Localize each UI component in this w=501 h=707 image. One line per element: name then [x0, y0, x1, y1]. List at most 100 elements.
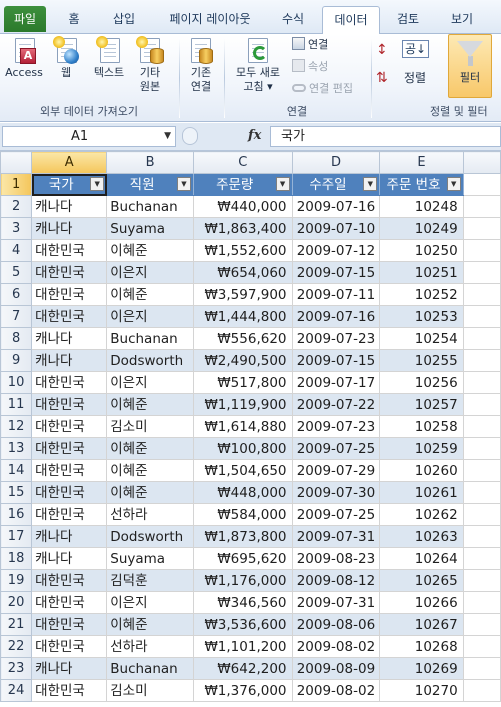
cell-amount[interactable]: ₩1,614,880	[192, 415, 293, 438]
empty-cell[interactable]	[462, 261, 501, 284]
cell-country[interactable]: 캐나다	[31, 349, 108, 372]
cell-country[interactable]: 대한민국	[31, 261, 108, 284]
cell-amount[interactable]: ₩1,176,000	[192, 569, 293, 592]
cell-amount[interactable]: ₩556,620	[192, 327, 293, 350]
cell-employee[interactable]: 이은지	[106, 591, 194, 614]
cell-employee[interactable]: Buchanan	[106, 195, 194, 218]
empty-cell[interactable]	[462, 173, 501, 196]
column-header-b[interactable]: B	[106, 151, 194, 174]
cell-amount[interactable]: ₩517,800	[192, 371, 293, 394]
cell-order-id[interactable]: 10261	[379, 481, 464, 504]
empty-cell[interactable]	[462, 393, 501, 416]
cell-order-id[interactable]: 10263	[379, 525, 464, 548]
header-cell-employee[interactable]: 직원 ▼	[106, 173, 194, 196]
header-cell-order-id[interactable]: 주문 번호 ▼	[379, 173, 464, 196]
cell-country[interactable]: 대한민국	[31, 371, 108, 394]
row-header[interactable]: 2	[0, 195, 33, 218]
tab-review[interactable]: 검토	[388, 6, 428, 34]
cell-order-id[interactable]: 10250	[379, 239, 464, 262]
cell-country[interactable]: 캐나다	[31, 657, 108, 680]
row-header[interactable]: 18	[0, 547, 33, 570]
row-header[interactable]: 1	[0, 173, 33, 196]
cell-employee[interactable]: Dodsworth	[106, 349, 194, 372]
cell-order-date[interactable]: 2009-07-15	[291, 349, 381, 372]
cell-employee[interactable]: 이은지	[106, 261, 194, 284]
empty-cell[interactable]	[462, 239, 501, 262]
cell-employee[interactable]: 이혜준	[106, 613, 194, 636]
cell-employee[interactable]: Suyama	[106, 547, 194, 570]
sort-dialog-icon-button[interactable]: 공↓	[402, 40, 430, 58]
cell-employee[interactable]: 이혜준	[106, 437, 194, 460]
column-header-c[interactable]: C	[192, 151, 293, 174]
cell-order-date[interactable]: 2009-07-15	[291, 261, 381, 284]
row-header[interactable]: 15	[0, 481, 33, 504]
empty-cell[interactable]	[462, 437, 501, 460]
tab-insert[interactable]: 삽입	[104, 6, 144, 34]
cell-order-date[interactable]: 2009-07-22	[291, 393, 381, 416]
cell-order-date[interactable]: 2009-08-23	[291, 547, 381, 570]
cell-order-id[interactable]: 10260	[379, 459, 464, 482]
edit-links-button[interactable]: 연결 편집	[292, 81, 353, 97]
cell-employee[interactable]: Suyama	[106, 217, 194, 240]
cell-country[interactable]: 대한민국	[31, 635, 108, 658]
cell-order-date[interactable]: 2009-07-16	[291, 195, 381, 218]
filter-dropdown-icon[interactable]: ▼	[446, 177, 461, 191]
cell-order-id[interactable]: 10270	[379, 679, 464, 702]
cell-amount[interactable]: ₩1,552,600	[192, 239, 293, 262]
filter-dropdown-icon[interactable]: ▼	[90, 177, 105, 191]
row-header[interactable]: 21	[0, 613, 33, 636]
cell-order-id[interactable]: 10255	[379, 349, 464, 372]
empty-cell[interactable]	[462, 195, 501, 218]
cell-order-id[interactable]: 10248	[379, 195, 464, 218]
cell-order-date[interactable]: 2009-07-17	[291, 371, 381, 394]
column-header-f[interactable]	[462, 151, 501, 174]
cell-order-date[interactable]: 2009-08-02	[291, 679, 381, 702]
cell-amount[interactable]: ₩1,376,000	[192, 679, 293, 702]
column-header-d[interactable]: D	[291, 151, 381, 174]
cell-amount[interactable]: ₩1,873,800	[192, 525, 293, 548]
cell-amount[interactable]: ₩346,560	[192, 591, 293, 614]
tab-view[interactable]: 보기	[442, 6, 482, 34]
header-cell-country[interactable]: 국가 ▼	[31, 173, 108, 196]
cell-employee[interactable]: 이혜준	[106, 481, 194, 504]
column-header-e[interactable]: E	[379, 151, 464, 174]
header-cell-order-date[interactable]: 수주일 ▼	[291, 173, 381, 196]
splitter-handle[interactable]	[182, 127, 198, 145]
cell-order-date[interactable]: 2009-07-10	[291, 217, 381, 240]
cell-order-id[interactable]: 10251	[379, 261, 464, 284]
row-header[interactable]: 3	[0, 217, 33, 240]
empty-cell[interactable]	[462, 547, 501, 570]
cell-amount[interactable]: ₩3,597,900	[192, 283, 293, 306]
cell-country[interactable]: 캐나다	[31, 195, 108, 218]
cell-amount[interactable]: ₩695,620	[192, 547, 293, 570]
web-button[interactable]: 웹	[50, 36, 82, 80]
row-header[interactable]: 9	[0, 349, 33, 372]
cell-amount[interactable]: ₩2,490,500	[192, 349, 293, 372]
filter-dropdown-icon[interactable]: ▼	[275, 177, 290, 191]
cell-country[interactable]: 대한민국	[31, 459, 108, 482]
empty-cell[interactable]	[462, 415, 501, 438]
cell-country[interactable]: 대한민국	[31, 415, 108, 438]
sort-asc-button[interactable]: ↕	[376, 42, 388, 58]
empty-cell[interactable]	[462, 283, 501, 306]
tab-data[interactable]: 데이터	[322, 6, 380, 35]
cell-amount[interactable]: ₩3,536,600	[192, 613, 293, 636]
cell-amount[interactable]: ₩1,444,800	[192, 305, 293, 328]
empty-cell[interactable]	[462, 327, 501, 350]
tab-home[interactable]: 홈	[60, 6, 88, 34]
cell-employee[interactable]: Buchanan	[106, 657, 194, 680]
row-header[interactable]: 11	[0, 393, 33, 416]
cell-country[interactable]: 대한민국	[31, 591, 108, 614]
cell-order-id[interactable]: 10252	[379, 283, 464, 306]
cell-order-id[interactable]: 10249	[379, 217, 464, 240]
text-button[interactable]: 텍스트	[88, 36, 130, 80]
name-box[interactable]: A1 ▼	[2, 126, 176, 147]
cell-employee[interactable]: Dodsworth	[106, 525, 194, 548]
cell-country[interactable]: 대한민국	[31, 393, 108, 416]
empty-cell[interactable]	[462, 525, 501, 548]
empty-cell[interactable]	[462, 371, 501, 394]
row-header[interactable]: 23	[0, 657, 33, 680]
row-header[interactable]: 22	[0, 635, 33, 658]
access-button[interactable]: A Access	[2, 36, 46, 80]
cell-order-date[interactable]: 2009-07-31	[291, 591, 381, 614]
